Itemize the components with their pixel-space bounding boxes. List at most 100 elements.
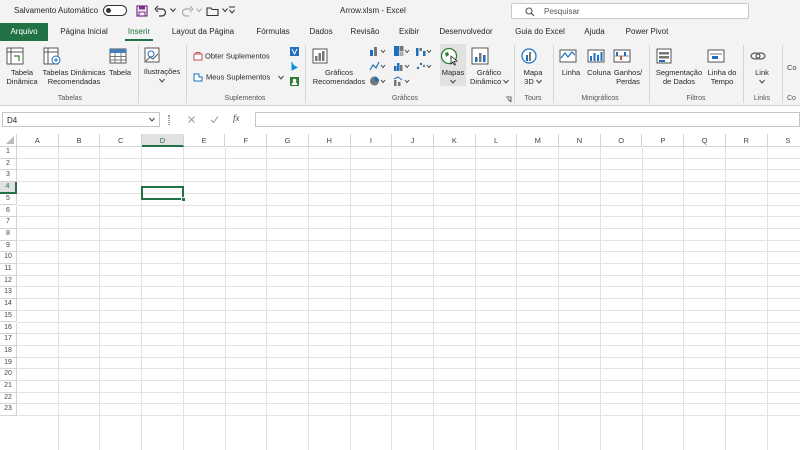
my-addins-button[interactable]: Meus Suplementos — [193, 72, 285, 82]
row-header[interactable]: 15 — [0, 310, 17, 323]
column-header[interactable]: N — [559, 134, 601, 147]
redo-dropdown-icon[interactable] — [196, 7, 202, 13]
tab-pagina-inicial[interactable]: Página Inicial — [59, 23, 109, 41]
row-header[interactable]: 14 — [0, 299, 17, 311]
row-header[interactable]: 22 — [0, 392, 17, 405]
row-header[interactable]: 17 — [0, 334, 17, 346]
pivot-chart-button[interactable]: Gráfico Dinâmico — [470, 46, 510, 86]
column-header[interactable]: D — [142, 134, 184, 147]
combo-chart-icon[interactable] — [393, 75, 411, 87]
undo-icon[interactable] — [154, 5, 168, 17]
row-header[interactable]: 5 — [0, 193, 17, 206]
column-header[interactable]: L — [475, 134, 518, 147]
formula-bar-grip[interactable] — [168, 115, 170, 125]
pivot-table-button[interactable]: Tabela Dinâmica — [5, 46, 39, 86]
illustrations-button[interactable]: Ilustrações — [142, 45, 182, 83]
tab-layout-da-pagina[interactable]: Layout da Página — [170, 23, 236, 41]
undo-dropdown-icon[interactable] — [170, 7, 176, 13]
hierarchy-chart-icon[interactable] — [393, 45, 411, 57]
visio-icon[interactable] — [289, 46, 300, 57]
row-header[interactable]: 13 — [0, 287, 17, 300]
scatter-chart-icon[interactable] — [415, 60, 433, 72]
column-header[interactable]: F — [225, 134, 268, 147]
tab-desenvolvedor[interactable]: Desenvolvedor — [437, 23, 495, 41]
row-header[interactable]: 3 — [0, 170, 17, 183]
dialog-launcher-icon[interactable] — [505, 96, 512, 103]
redo-icon[interactable] — [180, 5, 194, 17]
column-header[interactable]: H — [308, 134, 351, 147]
tab-revisao[interactable]: Revisão — [350, 23, 380, 41]
my-addins-dropdown-icon[interactable] — [278, 75, 285, 80]
row-header[interactable]: 9 — [0, 240, 17, 253]
name-box-dropdown-icon[interactable] — [149, 117, 155, 122]
autosave-toggle[interactable] — [103, 5, 127, 16]
column-header[interactable]: R — [725, 134, 768, 147]
statistic-chart-icon[interactable] — [393, 60, 411, 72]
line-chart-icon[interactable] — [369, 60, 387, 72]
column-header[interactable]: C — [100, 134, 143, 147]
open-folder-icon[interactable] — [206, 5, 220, 17]
pie-chart-icon[interactable] — [369, 75, 387, 87]
fill-handle[interactable] — [181, 197, 186, 202]
column-header[interactable]: O — [600, 134, 643, 147]
tab-dados[interactable]: Dados — [308, 23, 334, 41]
sparkline-line-button[interactable]: Linha — [558, 46, 584, 77]
row-header[interactable]: 18 — [0, 345, 17, 358]
maps-button[interactable]: Mapas — [439, 46, 467, 84]
tab-guia-do-excel[interactable]: Guia do Excel — [513, 23, 567, 41]
people-graph-icon[interactable] — [289, 76, 300, 87]
column-header[interactable]: Q — [684, 134, 726, 147]
tab-exibir[interactable]: Exibir — [398, 23, 420, 41]
bing-maps-icon[interactable] — [289, 61, 300, 72]
name-box[interactable]: D4 — [2, 112, 160, 127]
save-icon[interactable] — [136, 5, 148, 17]
column-header[interactable]: M — [517, 134, 560, 147]
row-header[interactable]: 23 — [0, 404, 17, 417]
recommended-charts-button[interactable]: Gráficos Recomendados — [310, 46, 368, 86]
slicer-button[interactable]: Segmentação de Dados — [654, 46, 704, 86]
column-header[interactable]: G — [267, 134, 309, 147]
tab-ajuda[interactable]: Ajuda — [583, 23, 606, 41]
table-button[interactable]: Tabela — [108, 46, 132, 77]
get-addins-button[interactable]: Obter Suplementos — [193, 51, 270, 61]
row-header[interactable]: 19 — [0, 357, 17, 370]
customize-toolbar-icon[interactable] — [228, 5, 236, 15]
link-button[interactable]: Link — [748, 46, 776, 84]
select-all-corner[interactable] — [0, 134, 17, 147]
sparkline-winloss-button[interactable]: Ganhos/ Perdas — [612, 46, 644, 86]
row-header[interactable]: 10 — [0, 252, 17, 264]
column-header[interactable]: S — [767, 134, 800, 147]
column-header[interactable]: E — [183, 134, 226, 147]
column-chart-icon[interactable] — [369, 45, 387, 57]
row-header[interactable]: 7 — [0, 217, 17, 229]
row-header[interactable]: 20 — [0, 369, 17, 381]
row-header[interactable]: 4 — [0, 182, 17, 194]
row-header[interactable]: 11 — [0, 264, 17, 276]
column-header[interactable]: A — [17, 134, 59, 147]
enter-icon[interactable] — [210, 115, 219, 124]
column-header[interactable]: I — [350, 134, 393, 147]
row-header[interactable]: 6 — [0, 205, 17, 218]
column-header[interactable]: J — [392, 134, 434, 147]
search-box[interactable]: Pesquisar — [511, 3, 749, 19]
formula-input[interactable] — [255, 112, 800, 127]
map-3d-button[interactable]: Mapa 3D — [519, 46, 547, 86]
tab-inserir[interactable]: Inserir — [125, 23, 153, 41]
waterfall-chart-icon[interactable] — [415, 45, 433, 57]
timeline-button[interactable]: Linha do Tempo — [706, 46, 738, 86]
tab-arquivo[interactable]: Arquivo — [0, 23, 48, 41]
row-header[interactable]: 12 — [0, 275, 17, 288]
column-header[interactable]: B — [58, 134, 101, 147]
row-header[interactable]: 16 — [0, 322, 17, 335]
selected-cell[interactable] — [141, 186, 184, 200]
column-header[interactable]: K — [434, 134, 476, 147]
row-header[interactable]: 21 — [0, 381, 17, 393]
recommended-pivot-button[interactable]: Tabelas Dinâmicas Recomendadas — [42, 46, 106, 86]
tab-power-pivot[interactable]: Power Pivot — [624, 23, 670, 41]
sparkline-column-button[interactable]: Coluna — [586, 46, 612, 77]
row-header[interactable]: 2 — [0, 158, 17, 171]
column-header[interactable]: P — [642, 134, 685, 147]
tab-formulas[interactable]: Fórmulas — [255, 23, 291, 41]
cancel-icon[interactable] — [187, 115, 196, 124]
row-header[interactable]: 8 — [0, 228, 17, 241]
